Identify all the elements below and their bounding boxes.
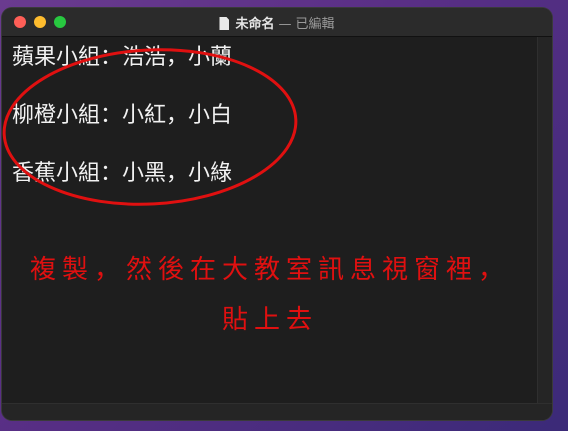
instruction-text-line-2: 貼上去 [221,305,318,335]
text-line-banana-group[interactable]: 香蕉小組：小黑，小綠 [12,155,232,187]
edit-status: 已編輯 [295,17,335,32]
textedit-window: 未命名 — 已編輯 蘋果小組：浩浩，小蘭 柳橙小組：小紅，小白 香蕉小組：小黑，小綠… [2,8,552,420]
vertical-scrollbar[interactable] [537,37,552,404]
title-bar[interactable]: 未命名 — 已編輯 [2,8,552,37]
window-title: 未命名 — 已編輯 [2,13,552,32]
document-name: 未命名 [235,17,275,32]
document-icon [219,17,230,30]
text-line-orange-group[interactable]: 柳橙小組：小紅，小白 [12,97,232,129]
text-editor-area[interactable]: 蘋果小組：浩浩，小蘭 柳橙小組：小紅，小白 香蕉小組：小黑，小綠 複製，然後在大… [2,37,538,404]
horizontal-scrollbar[interactable] [2,403,552,420]
text-line-apple-group[interactable]: 蘋果小組：浩浩，小蘭 [12,39,232,71]
title-separator: — [278,17,292,32]
instruction-text-line-1: 複製，然後在大教室訊息視窗裡， [29,255,510,285]
